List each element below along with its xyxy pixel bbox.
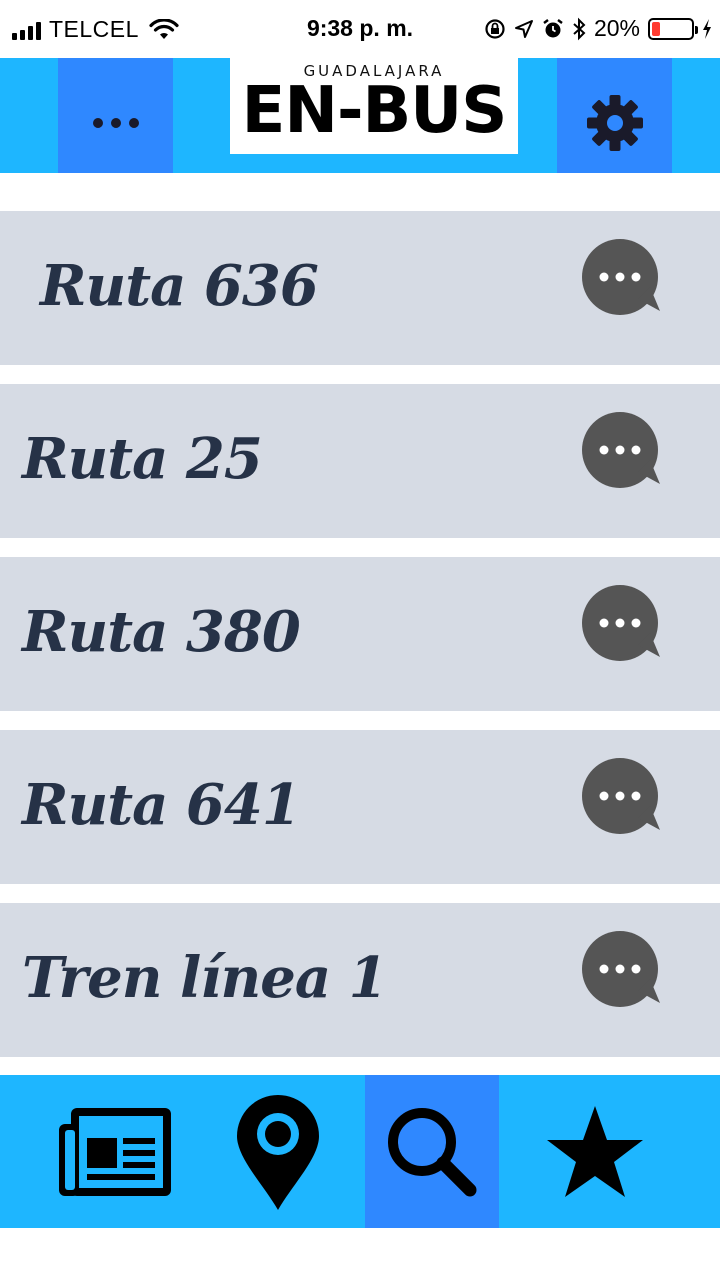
status-left: TELCEL: [12, 16, 179, 43]
nav-favorites-button[interactable]: [520, 1075, 670, 1228]
status-bar: TELCEL 9:38 p. m. 20%: [0, 0, 720, 58]
route-item-tren-linea-1[interactable]: Tren línea 1: [0, 903, 720, 1057]
location-icon: [514, 19, 533, 38]
chat-bubble-icon[interactable]: [580, 929, 666, 1015]
route-label: Ruta 380: [22, 599, 301, 665]
wifi-icon: [149, 18, 179, 39]
location-pin-icon: [236, 1094, 319, 1210]
settings-button[interactable]: [557, 58, 672, 173]
chat-bubble-icon[interactable]: [580, 410, 666, 496]
gear-icon: [586, 94, 643, 151]
app-logo: GUADALAJARA EN-BUS: [230, 58, 518, 154]
route-item-641[interactable]: Ruta 641: [0, 730, 720, 884]
star-icon: [547, 1105, 643, 1197]
search-icon: [388, 1107, 477, 1196]
route-list: Ruta 636 Ruta 25 Ruta 380 Ruta 641 Tren …: [0, 211, 720, 1076]
signal-icon: [12, 20, 41, 40]
route-item-380[interactable]: Ruta 380: [0, 557, 720, 711]
route-label: Tren línea 1: [22, 945, 388, 1011]
battery-icon: [648, 17, 698, 40]
status-right: 20%: [484, 15, 712, 42]
carrier-name: TELCEL: [49, 16, 139, 42]
alarm-icon: [543, 18, 563, 37]
nav-map-button[interactable]: [210, 1075, 345, 1228]
route-label: Ruta 641: [22, 772, 301, 838]
bluetooth-icon: [573, 17, 586, 40]
logo-title: EN-BUS: [241, 74, 508, 148]
battery-percent: 20%: [593, 15, 640, 41]
bottom-nav: [0, 1075, 720, 1228]
nav-search-button[interactable]: [365, 1075, 499, 1228]
route-item-25[interactable]: Ruta 25: [0, 384, 720, 538]
charging-icon: [703, 18, 711, 39]
more-dots-icon: [92, 117, 139, 128]
route-label: Ruta 636: [40, 253, 319, 319]
chat-bubble-icon[interactable]: [580, 237, 666, 323]
route-label: Ruta 25: [22, 426, 263, 492]
route-item-636[interactable]: Ruta 636: [0, 211, 720, 365]
more-menu-button[interactable]: [58, 58, 173, 173]
rotation-lock-icon: [485, 18, 505, 39]
newspaper-icon: [59, 1107, 171, 1196]
chat-bubble-icon[interactable]: [580, 583, 666, 669]
nav-news-button[interactable]: [40, 1075, 190, 1228]
app-header: GUADALAJARA EN-BUS: [0, 58, 720, 173]
chat-bubble-icon[interactable]: [580, 756, 666, 842]
